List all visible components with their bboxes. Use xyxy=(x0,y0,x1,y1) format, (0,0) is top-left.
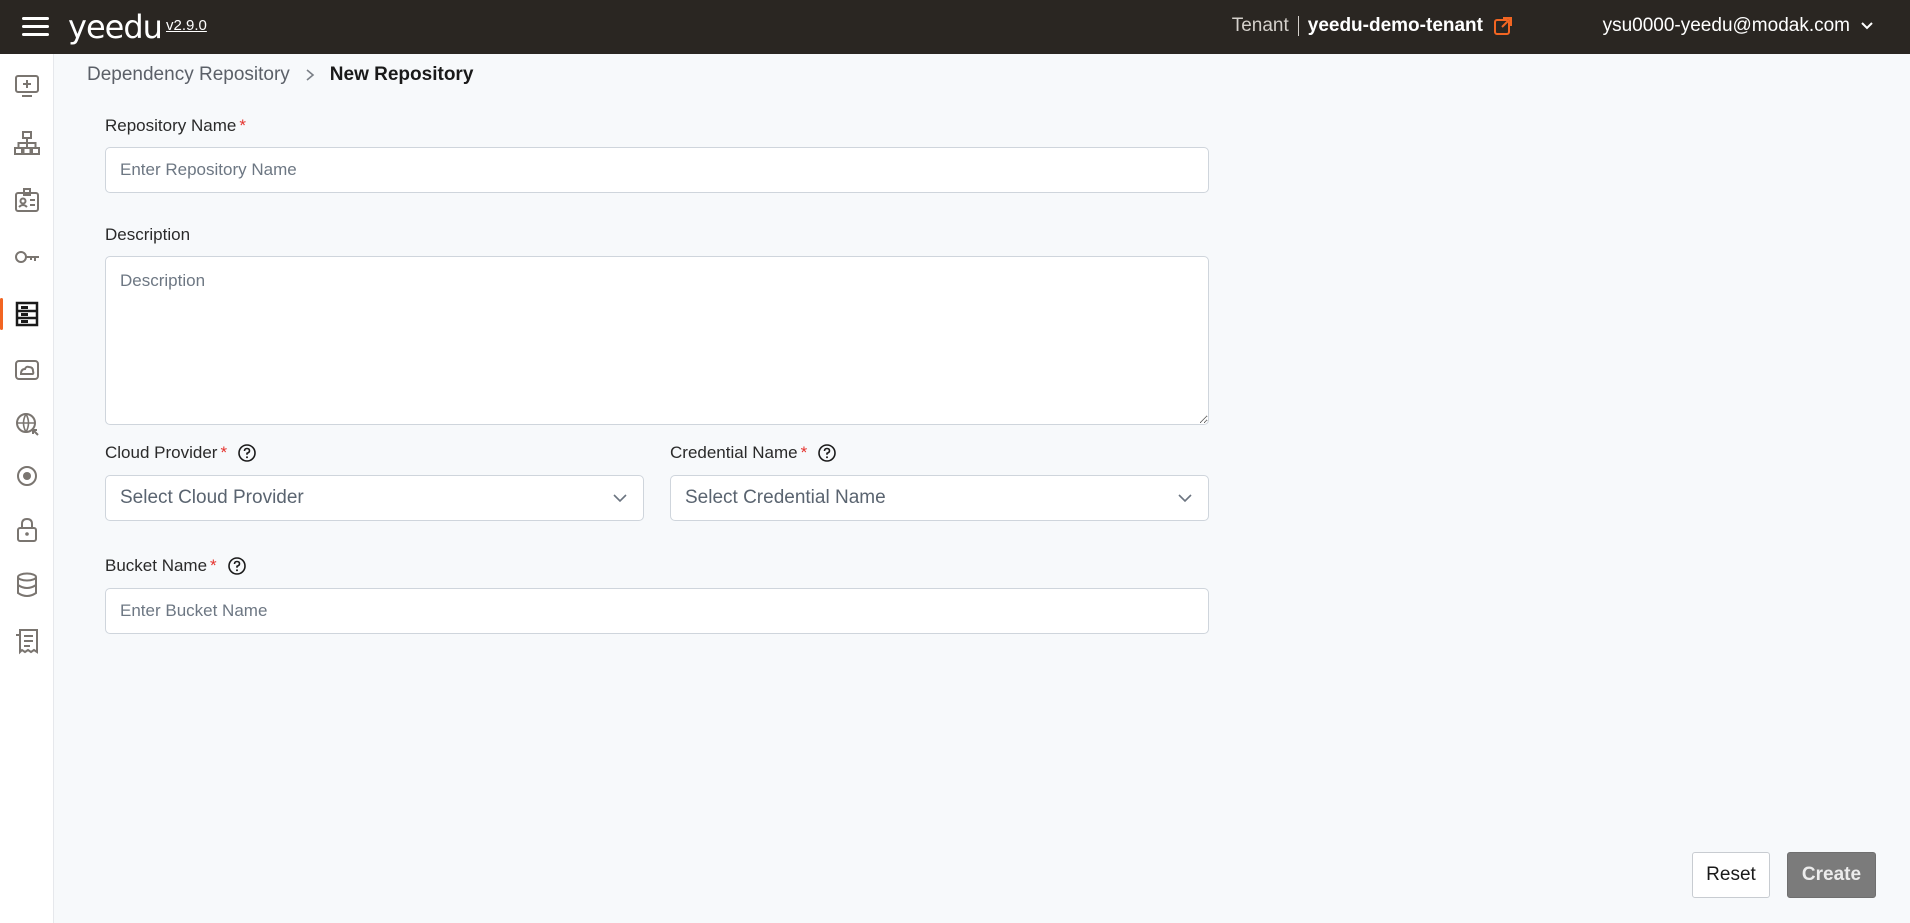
help-icon[interactable] xyxy=(227,556,247,576)
cloud-provider-select[interactable]: Select Cloud Provider xyxy=(105,475,644,521)
help-icon[interactable] xyxy=(237,443,257,463)
chevron-down-icon xyxy=(1178,494,1192,503)
create-button[interactable]: Create xyxy=(1787,852,1876,898)
cloud-provider-value: Select Cloud Provider xyxy=(120,487,304,508)
app-logo[interactable]: yeedu xyxy=(68,8,163,46)
external-link-icon[interactable] xyxy=(1493,16,1513,36)
database-icon xyxy=(17,572,37,597)
version-link[interactable]: v2.9.0 xyxy=(166,17,207,34)
receipt-icon xyxy=(16,629,38,655)
required-mark: * xyxy=(239,116,246,135)
id-badge-icon xyxy=(15,188,39,212)
chevron-down-icon xyxy=(1861,22,1873,30)
sidebar-item-targets[interactable] xyxy=(0,456,54,496)
chevron-right-icon xyxy=(306,69,315,81)
target-icon xyxy=(17,466,37,486)
sidebar-item-billing[interactable] xyxy=(0,621,54,661)
cloud-provider-label: Cloud Provider * xyxy=(105,443,257,463)
reset-button[interactable]: Reset xyxy=(1692,852,1770,898)
bucket-name-input[interactable] xyxy=(105,588,1209,634)
add-screen-icon xyxy=(15,75,39,97)
sidebar-item-networks[interactable] xyxy=(0,404,54,444)
required-mark: * xyxy=(800,443,808,462)
globe-icon xyxy=(16,413,39,436)
user-menu[interactable]: ysu0000-yeedu@modak.com xyxy=(1603,15,1874,37)
sidebar-item-datasources[interactable] xyxy=(0,565,54,605)
sidebar-item-profiles[interactable] xyxy=(0,180,54,220)
tenant-name: yeedu-demo-tenant xyxy=(1307,15,1483,36)
sidebar-item-clusters[interactable] xyxy=(0,123,54,163)
lock-icon xyxy=(17,517,37,542)
sidebar-item-workspace[interactable] xyxy=(0,66,54,106)
breadcrumb-current: New Repository xyxy=(329,64,474,85)
sidebar-item-dependency-repository[interactable] xyxy=(0,294,54,334)
sidebar-item-security[interactable] xyxy=(0,510,54,550)
repository-name-input[interactable] xyxy=(105,147,1209,193)
chevron-down-icon xyxy=(613,494,627,503)
tenant-label: Tenant xyxy=(1231,15,1289,36)
repository-name-label: Repository Name * xyxy=(105,116,246,135)
breadcrumb: Dependency Repository New Repository xyxy=(87,64,473,86)
breadcrumb-link-dependency-repository[interactable]: Dependency Repository xyxy=(87,64,290,86)
menu-icon[interactable] xyxy=(22,17,49,37)
sitemap-icon xyxy=(14,131,40,155)
repository-icon xyxy=(15,301,39,327)
tenant-indicator: Tenant yeedu-demo-tenant xyxy=(1232,15,1513,37)
tenant-divider xyxy=(1297,16,1299,36)
bucket-name-label: Bucket Name * xyxy=(105,556,247,576)
required-mark: * xyxy=(210,556,217,575)
help-icon[interactable] xyxy=(817,443,837,463)
top-header: yeedu v2.9.0 Tenant yeedu-demo-tenant ys… xyxy=(0,0,1910,54)
credential-name-select[interactable]: Select Credential Name xyxy=(670,475,1209,521)
sidebar xyxy=(0,54,54,923)
sidebar-item-credentials[interactable] xyxy=(0,237,54,277)
key-icon xyxy=(15,251,39,263)
description-label: Description xyxy=(105,225,191,244)
description-textarea[interactable] xyxy=(105,256,1209,425)
user-email: ysu0000-yeedu@modak.com xyxy=(1602,15,1850,36)
sidebar-item-cloud-environments[interactable] xyxy=(0,350,54,390)
credential-name-label: Credential Name * xyxy=(670,443,837,463)
required-mark: * xyxy=(220,443,228,462)
credential-name-value: Select Credential Name xyxy=(685,487,886,508)
cloud-panel-icon xyxy=(15,360,39,380)
